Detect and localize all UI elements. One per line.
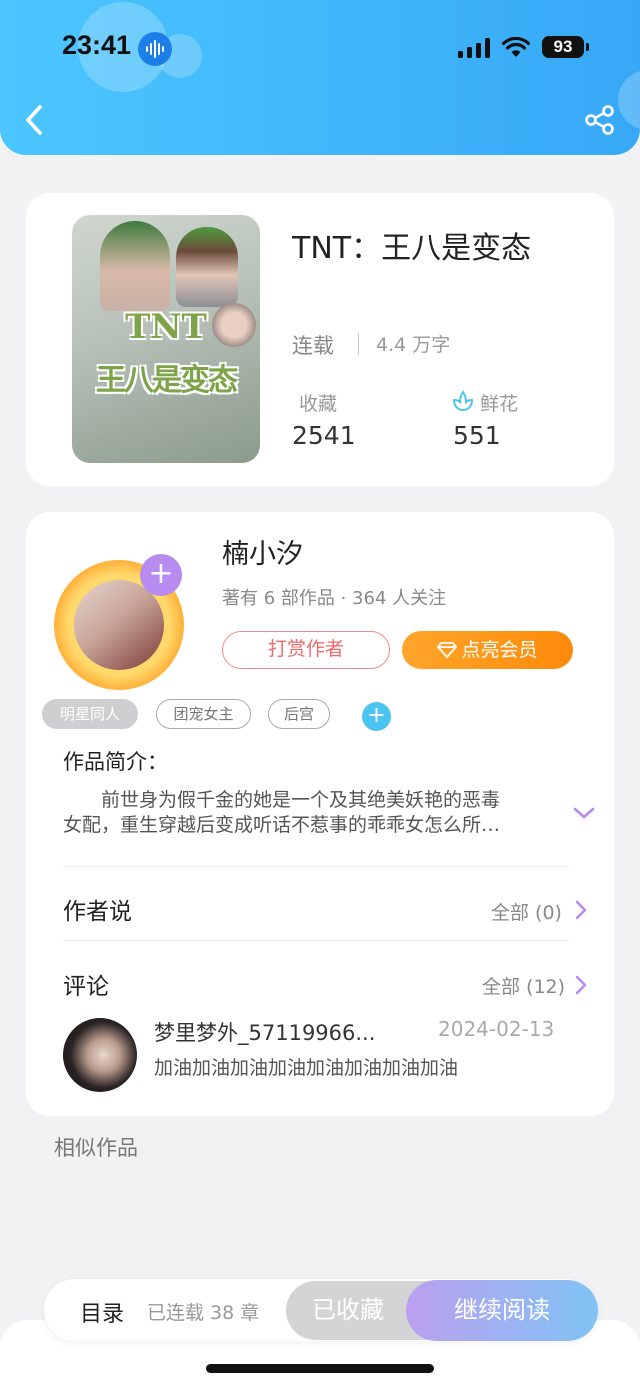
intro-line: 前世身为假千金的她是一个及其绝美妖艳的恶毒 (101, 789, 501, 811)
battery-icon: 93 (542, 36, 589, 58)
cover-figure (100, 221, 170, 311)
chapter-count: 已连载 38 章 (147, 1302, 260, 1324)
comment-date: 2024-02-13 (438, 1017, 555, 1041)
share-icon[interactable] (584, 104, 616, 136)
commenter-avatar[interactable] (63, 1018, 137, 1092)
comments-all-link[interactable]: 全部 (12) (482, 972, 565, 999)
favorited-label: 已收藏 (312, 1296, 384, 1324)
intro-line: 女配，重生穿越后变成听话不惹事的乖乖女怎么所… (63, 814, 501, 836)
flowers-count: 551 (453, 421, 501, 450)
cover-title-top: TNT (125, 307, 207, 347)
comments-title: 评论 (63, 974, 109, 1000)
home-indicator (206, 1364, 434, 1373)
book-info-card: TNT 王八是变态 TNT：王八是变态 连载 4.4 万字 收藏 2541 鲜花… (26, 193, 614, 486)
flower-icon (452, 390, 474, 412)
comment-username[interactable]: 梦里梦外_57119966... (154, 1017, 375, 1047)
chevron-right-icon[interactable] (574, 899, 588, 921)
follow-author-button[interactable]: + (140, 554, 182, 596)
author-meta: 著有 6 部作品 · 364 人关注 (222, 588, 447, 609)
intro-text: 前世身为假千金的她是一个及其绝美妖艳的恶毒 女配，重生穿越后变成听话不惹事的乖乖… (63, 788, 549, 838)
divider (63, 940, 569, 941)
tip-author-button[interactable]: 打赏作者 (222, 631, 390, 669)
table-of-contents-button[interactable]: 目录 (80, 1296, 124, 1328)
voice-memo-icon (138, 32, 172, 66)
divider (358, 333, 359, 355)
tag-item[interactable]: 明星同人 (42, 699, 138, 729)
author-says-all-link[interactable]: 全部 (0) (491, 898, 562, 925)
author-says-title[interactable]: 作者说 (63, 892, 132, 926)
comment-text: 加油加油加油加油加油加油加油加油 (154, 1057, 459, 1079)
chevron-left-icon[interactable] (20, 102, 50, 138)
cover-figure (176, 227, 238, 307)
similar-works-title: 相似作品 (54, 1136, 138, 1160)
book-title: TNT：王八是变态 (292, 231, 532, 266)
chevron-down-icon[interactable] (572, 804, 596, 822)
vip-button[interactable]: 点亮会员 (402, 631, 573, 669)
divider (63, 866, 569, 867)
author-name[interactable]: 楠小汐 (222, 532, 303, 571)
diamond-icon (437, 642, 458, 658)
vip-button-label: 点亮会员 (461, 639, 538, 661)
continue-reading-button[interactable]: 继续阅读 (406, 1280, 598, 1341)
favorites-count: 2541 (292, 421, 356, 450)
flowers-label: 鲜花 (480, 393, 519, 415)
cellular-signal-icon (458, 38, 490, 58)
book-status: 连载 (292, 334, 334, 358)
book-word-count: 4.4 万字 (376, 334, 451, 356)
wifi-icon (502, 36, 530, 57)
book-cover-image[interactable]: TNT 王八是变态 (72, 215, 260, 463)
intro-title: 作品简介： (63, 750, 168, 774)
tag-item[interactable]: 团宠女主 (156, 699, 251, 729)
header-bubble-decoration (618, 70, 640, 130)
chevron-right-icon[interactable] (574, 974, 588, 996)
favorites-label: 收藏 (299, 393, 338, 415)
status-time: 23:41 (62, 30, 132, 60)
cover-title-main: 王八是变态 (96, 363, 238, 398)
author-card: + 楠小汐 著有 6 部作品 · 364 人关注 打赏作者 点亮会员 明星同人 … (26, 512, 614, 1116)
top-header: 23:41 93 (0, 0, 640, 155)
tag-item[interactable]: 后宫 (268, 699, 330, 729)
add-tag-button[interactable]: + (362, 702, 391, 731)
